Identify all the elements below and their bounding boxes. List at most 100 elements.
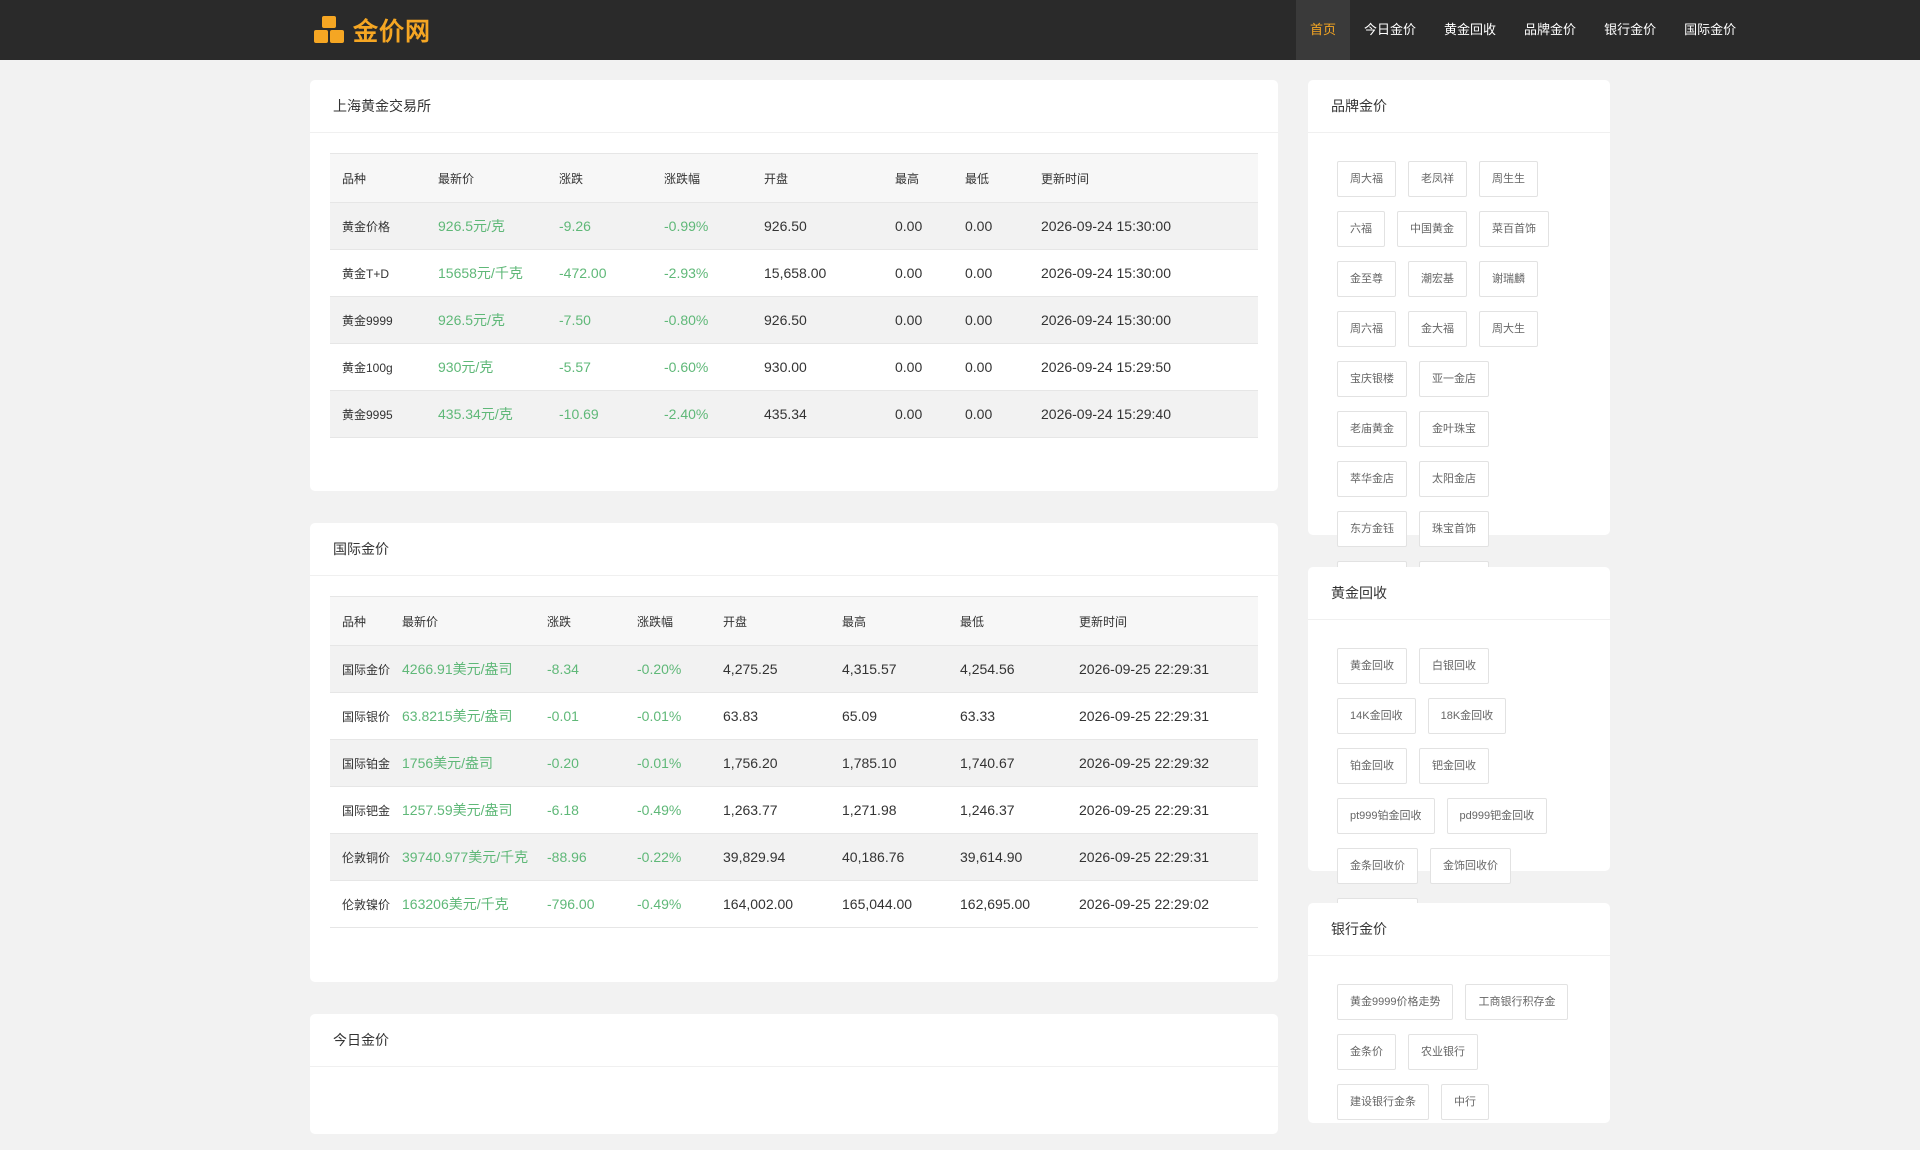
- change-pct-cell: -0.22%: [625, 833, 712, 881]
- tag-link[interactable]: 周大福: [1337, 161, 1396, 197]
- nav-item-brand-price[interactable]: 品牌金价: [1510, 0, 1590, 60]
- tag-link[interactable]: 金大福: [1408, 311, 1467, 347]
- variety-cell[interactable]: 黄金100g: [330, 343, 426, 391]
- tag-link[interactable]: 谢瑞麟: [1479, 261, 1538, 297]
- bank-card-title: 银行金价: [1308, 903, 1610, 956]
- latest-price-cell: 4266.91美元/盎司: [390, 645, 536, 693]
- update-time-cell: 2026-09-25 22:29:31: [1067, 833, 1258, 881]
- tag-link[interactable]: 金条回收价: [1337, 848, 1418, 884]
- tag-link[interactable]: 金条价: [1337, 1034, 1396, 1070]
- tag-link[interactable]: 工商银行积存金: [1465, 984, 1569, 1020]
- latest-price-cell: 39740.977美元/千克: [390, 833, 536, 881]
- change-pct-cell: -0.01%: [625, 692, 712, 740]
- column-header: 最高: [883, 153, 953, 203]
- latest-price-cell: 1756美元/盎司: [390, 739, 536, 787]
- nav-item-intl-price[interactable]: 国际金价: [1670, 0, 1750, 60]
- site-logo[interactable]: 金价网: [313, 14, 431, 46]
- open-cell: 926.50: [752, 296, 883, 344]
- tag-link[interactable]: 14K金回收: [1337, 698, 1416, 734]
- latest-price-cell: 15658元/千克: [426, 249, 547, 297]
- change-pct-cell: -0.60%: [652, 343, 752, 391]
- variety-cell[interactable]: 国际金价: [330, 645, 391, 693]
- change-pct-cell: -0.99%: [652, 202, 752, 250]
- tag-link[interactable]: pd999钯金回收: [1446, 798, 1548, 834]
- variety-cell[interactable]: 伦敦镍价: [330, 880, 391, 928]
- high-cell: 65.09: [830, 692, 949, 740]
- table-row: 黄金9999 926.5元/克 -7.50 -0.80% 926.50 0.00 0.00 2…: [330, 296, 1258, 344]
- tag-link[interactable]: 六福: [1337, 211, 1385, 247]
- low-cell: 0.00: [953, 202, 1029, 250]
- change-cell: -6.18: [535, 786, 626, 834]
- variety-cell[interactable]: 黄金9999: [330, 296, 426, 344]
- tag-link[interactable]: 金至尊: [1337, 261, 1396, 297]
- column-header: 最新价: [426, 153, 547, 203]
- tag-link[interactable]: 金饰回收价: [1430, 848, 1511, 884]
- low-cell: 39,614.90: [948, 833, 1068, 881]
- tag-link[interactable]: 金叶珠宝: [1419, 411, 1489, 447]
- change-pct-cell: -2.93%: [652, 249, 752, 297]
- tag-link[interactable]: 中国黄金: [1397, 211, 1467, 247]
- high-cell: 0.00: [883, 296, 953, 344]
- variety-cell[interactable]: 国际铂金: [330, 739, 391, 787]
- high-cell: 1,271.98: [830, 786, 949, 834]
- tag-link[interactable]: 周大生: [1479, 311, 1538, 347]
- variety-cell[interactable]: 黄金T+D: [330, 249, 426, 297]
- intl-panel-title: 国际金价: [310, 523, 1278, 576]
- column-header: 涨跌幅: [625, 596, 712, 646]
- tag-link[interactable]: 亚一金店: [1419, 361, 1489, 397]
- high-cell: 0.00: [883, 390, 953, 438]
- tag-link[interactable]: 东方金钰: [1337, 511, 1407, 547]
- tag-link[interactable]: 农业银行: [1408, 1034, 1478, 1070]
- tag-link[interactable]: pt999铂金回收: [1337, 798, 1435, 834]
- top-navigation-bar: 金价网 首页 今日金价 黄金回收 品牌金价 银行金价 国际金价: [0, 0, 1920, 60]
- low-cell: 0.00: [953, 343, 1029, 391]
- tag-link[interactable]: 白银回收: [1419, 648, 1489, 684]
- tag-link[interactable]: 老凤祥: [1408, 161, 1467, 197]
- high-cell: 165,044.00: [830, 880, 949, 928]
- tag-link[interactable]: 周六福: [1337, 311, 1396, 347]
- low-cell: 0.00: [953, 390, 1029, 438]
- column-header: 涨跌幅: [652, 153, 752, 203]
- tag-link[interactable]: 建设银行金条: [1337, 1084, 1429, 1120]
- nav-item-bank-price[interactable]: 银行金价: [1590, 0, 1670, 60]
- nav-item-home[interactable]: 首页: [1296, 0, 1351, 60]
- tag-link[interactable]: 太阳金店: [1419, 461, 1489, 497]
- column-header: 更新时间: [1029, 153, 1258, 203]
- tag-link[interactable]: 中行: [1441, 1084, 1489, 1120]
- intl-price-table: 品种 最新价 涨跌 涨跌幅 开盘 最高 最低 更新时间 国际金价 4266.91美…: [330, 596, 1258, 928]
- variety-cell[interactable]: 国际银价: [330, 692, 391, 740]
- tag-link[interactable]: 宝庆银楼: [1337, 361, 1407, 397]
- latest-price-cell: 926.5元/克: [426, 202, 547, 250]
- update-time-cell: 2026-09-25 22:29:31: [1067, 692, 1258, 740]
- tag-link[interactable]: 菜百首饰: [1479, 211, 1549, 247]
- tag-link[interactable]: 萃华金店: [1337, 461, 1407, 497]
- tag-link[interactable]: 黄金9999价格走势: [1337, 984, 1454, 1020]
- nav-item-today-price[interactable]: 今日金价: [1350, 0, 1430, 60]
- column-header: 最低: [953, 153, 1029, 203]
- tag-link[interactable]: 钯金回收: [1419, 748, 1489, 784]
- tag-link[interactable]: 黄金回收: [1337, 648, 1407, 684]
- column-header: 品种: [330, 153, 426, 203]
- change-pct-cell: -0.49%: [625, 880, 712, 928]
- variety-cell[interactable]: 黄金价格: [330, 202, 426, 250]
- variety-cell[interactable]: 国际钯金: [330, 786, 391, 834]
- high-cell: 0.00: [883, 343, 953, 391]
- tag-link[interactable]: 18K金回收: [1427, 698, 1507, 734]
- latest-price-cell: 1257.59美元/盎司: [390, 786, 536, 834]
- change-pct-cell: -0.49%: [625, 786, 712, 834]
- tag-link[interactable]: 潮宏基: [1408, 261, 1467, 297]
- change-cell: -88.96: [535, 833, 626, 881]
- tag-link[interactable]: 周生生: [1479, 161, 1538, 197]
- tag-link[interactable]: 老庙黄金: [1337, 411, 1407, 447]
- column-header: 最新价: [390, 596, 536, 646]
- change-pct-cell: -0.80%: [652, 296, 752, 344]
- update-time-cell: 2026-09-24 15:30:00: [1029, 249, 1258, 297]
- column-header: 品种: [330, 596, 391, 646]
- variety-cell[interactable]: 伦敦铜价: [330, 833, 391, 881]
- tag-link[interactable]: 珠宝首饰: [1419, 511, 1489, 547]
- sge-table-body: 黄金价格 926.5元/克 -9.26 -0.99% 926.50 0.00 0.00 202…: [330, 202, 1258, 438]
- nav-item-recycle[interactable]: 黄金回收: [1430, 0, 1510, 60]
- tag-link[interactable]: 铂金回收: [1337, 748, 1407, 784]
- variety-cell[interactable]: 黄金9995: [330, 390, 426, 438]
- change-pct-cell: -0.20%: [625, 645, 712, 693]
